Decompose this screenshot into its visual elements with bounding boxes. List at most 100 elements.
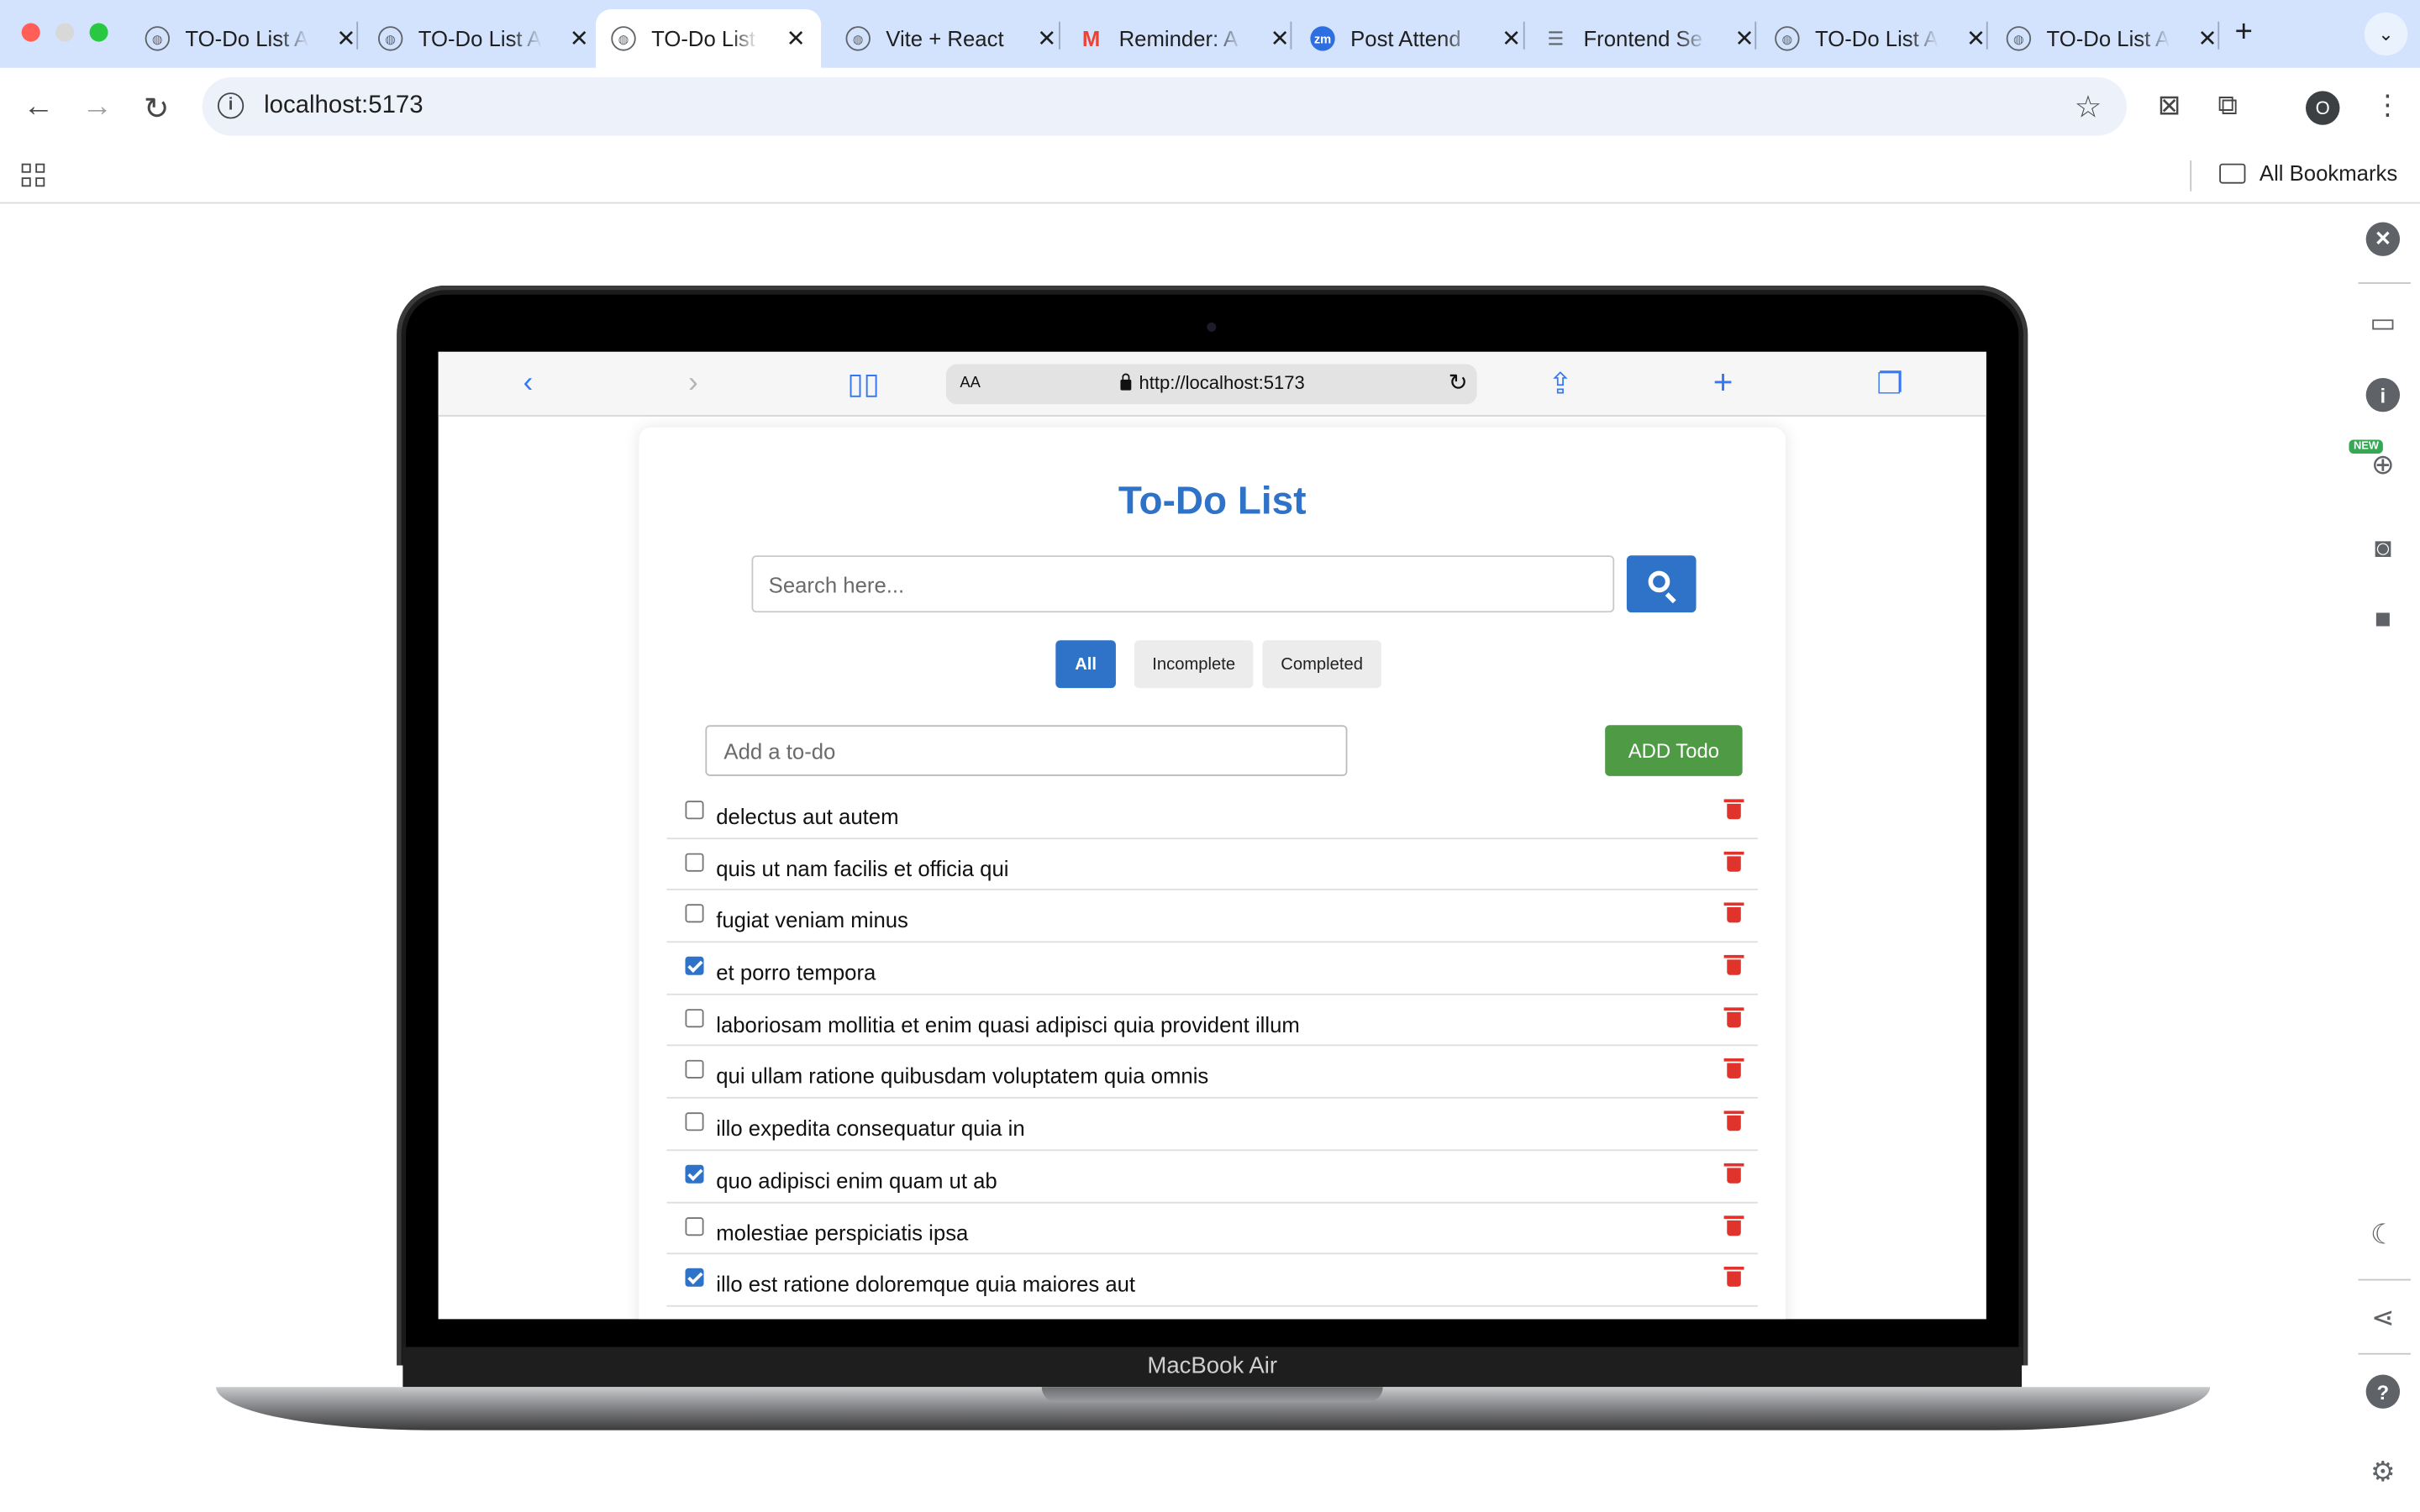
browser-tab[interactable]: ◍ Vite + React ✕ [830, 9, 1072, 68]
apps-grid-icon[interactable] [21, 163, 45, 187]
back-chevron-icon[interactable]: ‹ [523, 367, 534, 401]
todo-checkbox[interactable] [685, 956, 704, 975]
help-icon[interactable]: ? [2365, 1374, 2401, 1409]
todo-checkbox[interactable] [685, 853, 704, 872]
share-icon[interactable]: ⋖ [2366, 1300, 2400, 1334]
browser-tab[interactable]: ☰ Frontend Se ✕ [1528, 9, 1770, 68]
tab-title: Vite + React [886, 26, 1004, 51]
browser-tab[interactable]: ◍ TO-Do List App ✕ [129, 9, 371, 68]
bookmarks-bar: All Bookmarks [0, 144, 2420, 204]
extension-blocked-icon[interactable]: ⊠ [2158, 90, 2181, 123]
reload-icon[interactable]: ↻ [144, 90, 170, 129]
delete-trash-icon[interactable] [1723, 1163, 1744, 1184]
share-icon[interactable]: ⇪ [1548, 367, 1572, 402]
safari-url[interactable]: http://localhost:5173 [1120, 372, 1305, 393]
filter-all-button[interactable]: All [1055, 640, 1116, 689]
all-bookmarks-button[interactable]: All Bookmarks [2219, 160, 2397, 185]
browser-tab[interactable]: ◍ TO-Do List App ✕ [1991, 9, 2233, 68]
site-info-icon[interactable]: i [217, 92, 245, 119]
back-arrow-icon[interactable]: ← [24, 90, 55, 125]
bookmarks-book-icon[interactable]: ▯▯ [847, 367, 879, 402]
new-tab-plus-icon[interactable]: + [1713, 363, 1733, 403]
delete-trash-icon[interactable] [1723, 903, 1744, 924]
search-input[interactable]: Search here... [751, 555, 1615, 613]
search-button[interactable] [1626, 555, 1697, 613]
info-icon[interactable]: i [2365, 377, 2401, 412]
browser-window: ◍ TO-Do List App ✕ ◍ TO-Do List App ✕ ◍ … [0, 0, 2420, 1512]
address-url[interactable]: localhost:5173 [264, 92, 424, 120]
extensions-puzzle-icon[interactable]: ⧉ [2217, 90, 2238, 123]
close-tab-icon[interactable]: ✕ [1037, 24, 1056, 52]
tab-title: TO-Do List App [185, 26, 309, 51]
todo-checkbox[interactable] [685, 1164, 704, 1184]
globe-icon: ◍ [377, 26, 403, 51]
close-tab-icon[interactable]: ✕ [2197, 24, 2217, 52]
new-tab-button[interactable]: + [2235, 15, 2253, 50]
maximize-window-button[interactable] [89, 23, 108, 42]
video-camera-icon[interactable]: ■ [2366, 601, 2400, 635]
add-todo-input[interactable]: Add a to-do [705, 725, 1348, 776]
safari-address-bar[interactable]: AA http://localhost:5173 ↻ [945, 364, 1477, 405]
close-tab-icon[interactable]: ✕ [1734, 24, 1754, 52]
bookmark-star-icon[interactable]: ☆ [2075, 88, 2102, 127]
profile-avatar[interactable]: O [2306, 91, 2340, 125]
globe-icon: ◍ [611, 26, 636, 51]
close-tab-icon[interactable]: ✕ [570, 24, 589, 52]
tab-search-chevron-icon[interactable]: ⌄ [2364, 12, 2408, 56]
filter-incomplete-button[interactable]: Incomplete [1134, 640, 1254, 689]
todo-text: illo expedita consequatur quia in [716, 1116, 1025, 1141]
close-panel-icon[interactable]: ✕ [2365, 222, 2401, 256]
todo-text: fugiat veniam minus [716, 907, 908, 933]
forward-chevron-icon[interactable]: › [688, 367, 698, 401]
todo-checkbox[interactable] [685, 1268, 704, 1288]
todo-checkbox[interactable] [685, 1112, 704, 1131]
browser-tab[interactable]: zm Post Attend ✕ [1295, 9, 1537, 68]
delete-trash-icon[interactable] [1723, 1215, 1744, 1236]
delete-trash-icon[interactable] [1723, 955, 1744, 975]
todo-list: delectus aut autem quis ut nam facilis et… [666, 787, 1759, 1307]
delete-trash-icon[interactable] [1723, 799, 1744, 820]
camera-dot [1207, 322, 1217, 332]
close-tab-icon[interactable]: ✕ [786, 24, 806, 52]
todo-checkbox[interactable] [685, 1008, 704, 1027]
todo-item: molestiae perspiciatis ipsa [666, 1203, 1759, 1255]
todo-checkbox[interactable] [685, 1060, 704, 1079]
browser-tab[interactable]: M Reminder: A ✕ [1063, 9, 1305, 68]
devices-icon[interactable]: ▭ [2366, 306, 2400, 339]
browser-tab-active[interactable]: ◍ TO-Do List App ✕ [595, 9, 822, 68]
delete-trash-icon[interactable] [1723, 851, 1744, 872]
delete-trash-icon[interactable] [1723, 1267, 1744, 1288]
filter-completed-button[interactable]: Completed [1262, 640, 1381, 689]
tabs-overview-icon[interactable]: ❐ [1876, 367, 1902, 402]
camera-icon[interactable]: ◙ [2366, 531, 2400, 564]
todo-checkbox[interactable] [685, 801, 704, 820]
close-window-button[interactable] [21, 23, 40, 42]
globe-icon: ◍ [145, 26, 171, 51]
settings-gear-icon[interactable]: ⚙ [2366, 1455, 2400, 1488]
forward-arrow-icon[interactable]: → [82, 90, 113, 125]
browser-tab[interactable]: ◍ TO-Do List App ✕ [363, 9, 605, 68]
minimize-window-button[interactable] [55, 23, 75, 42]
address-bar[interactable]: i localhost:5173 ☆ [202, 76, 2127, 136]
browser-tab[interactable]: ◍ TO-Do List App ✕ [1760, 9, 2002, 68]
close-tab-icon[interactable]: ✕ [1502, 24, 1521, 52]
reader-aa-button[interactable]: AA [960, 375, 981, 391]
side-panel: ✕ ▭ i ⊕ ◙ ■ ☾ ⋖ ? ⚙ [2346, 205, 2420, 1512]
todo-checkbox[interactable] [685, 1216, 704, 1236]
delete-trash-icon[interactable] [1723, 1110, 1744, 1131]
todo-checkbox[interactable] [685, 904, 704, 924]
more-menu-icon[interactable]: ⋮ [2374, 90, 2402, 123]
todo-text: quo adipisci enim quam ut ab [716, 1168, 997, 1193]
dark-mode-moon-icon[interactable]: ☾ [2366, 1217, 2400, 1251]
close-tab-icon[interactable]: ✕ [336, 24, 355, 52]
add-todo-button[interactable]: ADD Todo [1605, 725, 1743, 776]
lock-icon [1120, 372, 1132, 390]
delete-trash-icon[interactable] [1723, 1006, 1744, 1027]
macbook-label: MacBook Air [402, 1347, 2023, 1388]
device-screen: ‹ › ▯▯ AA http://localhost:5173 ↻ ⇪ + ❐ … [438, 351, 1986, 1320]
close-tab-icon[interactable]: ✕ [1966, 24, 1986, 52]
gmail-icon: M [1081, 26, 1101, 51]
safari-reload-icon[interactable]: ↻ [1449, 369, 1468, 396]
close-tab-icon[interactable]: ✕ [1270, 24, 1290, 52]
delete-trash-icon[interactable] [1723, 1058, 1744, 1079]
